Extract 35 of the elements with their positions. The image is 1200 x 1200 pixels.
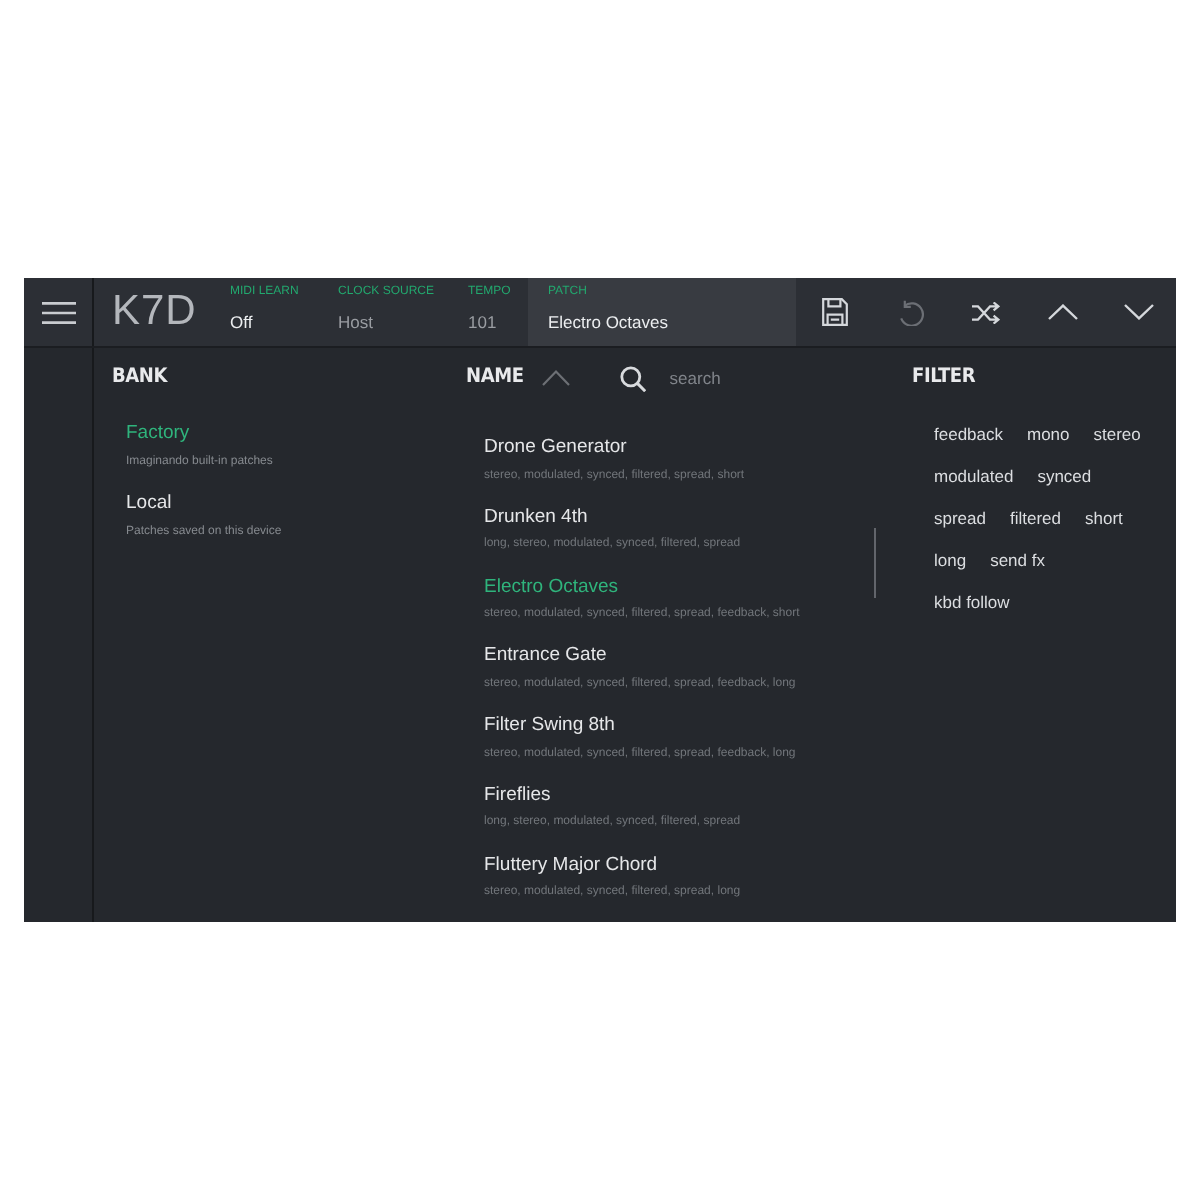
patch-name[interactable]: Entrance Gate bbox=[484, 644, 607, 669]
bank-name[interactable]: Factory bbox=[126, 422, 190, 446]
filter-tag[interactable]: short bbox=[1085, 507, 1123, 529]
filter-tag[interactable]: mono bbox=[1027, 423, 1070, 445]
patch-name[interactable]: Drunken 4th bbox=[484, 505, 588, 530]
scrollbar-thumb[interactable] bbox=[873, 528, 876, 598]
filter-tag[interactable]: filtered bbox=[1010, 507, 1062, 529]
filter-tag[interactable]: spread bbox=[934, 507, 986, 529]
patch-name[interactable]: Fireflies bbox=[484, 783, 551, 808]
chevron-down-icon bbox=[1123, 304, 1153, 320]
patch-name[interactable]: Drone Generator bbox=[484, 436, 627, 460]
search-field[interactable]: search bbox=[669, 364, 870, 392]
patch-name[interactable]: Electro Octaves bbox=[548, 310, 668, 334]
sort-chevron-up-icon[interactable] bbox=[541, 370, 570, 386]
filter-tag[interactable]: modulated bbox=[934, 465, 1014, 487]
patch-name[interactable]: Electro Octaves bbox=[484, 575, 619, 600]
patch-name[interactable]: Fluttery Major Chord bbox=[484, 853, 658, 878]
bank-heading: BANK bbox=[112, 366, 168, 390]
patch-name[interactable]: Filter Swing 8th bbox=[484, 714, 615, 739]
name-column-heading[interactable]: NAME bbox=[466, 366, 524, 390]
field-value[interactable]: Off bbox=[230, 310, 253, 334]
shuffle-icon bbox=[972, 301, 1000, 323]
filter-tag[interactable]: synced bbox=[1037, 465, 1092, 487]
filter-tag[interactable]: long bbox=[934, 549, 967, 571]
search-icon bbox=[619, 365, 646, 391]
filter-tag[interactable]: send fx bbox=[990, 549, 1045, 571]
bank-name[interactable]: Local bbox=[126, 492, 172, 516]
undo-icon bbox=[897, 299, 923, 325]
filter-tag[interactable]: stereo bbox=[1093, 423, 1141, 445]
filter-tag[interactable]: kbd follow bbox=[934, 591, 1010, 613]
logo: K7D bbox=[112, 288, 197, 336]
filter-heading: FILTER bbox=[912, 366, 976, 390]
menu-icon bbox=[41, 301, 75, 323]
chevron-up-icon bbox=[1047, 304, 1077, 320]
filter-tag[interactable]: feedback bbox=[934, 423, 1003, 445]
